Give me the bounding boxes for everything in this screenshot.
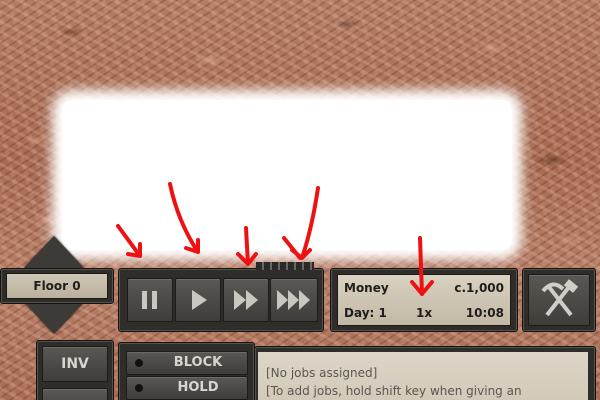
block-button[interactable]: BLOCK	[126, 351, 248, 375]
day-label: Day: 1	[344, 306, 387, 320]
hold-label: HOLD	[177, 380, 219, 395]
fastest-forward-icon	[277, 290, 311, 310]
game-speed-label: 1x	[416, 306, 433, 320]
status-plate: Money c.1,000 Day: 1 1x 10:08	[337, 274, 511, 326]
pause-button[interactable]	[127, 278, 173, 322]
hold-button[interactable]: HOLD	[126, 376, 248, 400]
inventory-label: INV	[61, 356, 89, 372]
fastest-forward-button[interactable]	[270, 278, 318, 322]
block-indicator-dot	[135, 359, 143, 367]
inventory-button[interactable]: INV	[42, 346, 108, 382]
fast-forward-icon	[234, 290, 260, 310]
speed-indicator-notches	[256, 262, 314, 270]
floor-label: Floor 0	[33, 279, 81, 293]
money-value: c.1,000	[454, 281, 504, 295]
redacted-overlay	[62, 100, 512, 250]
floor-down-arrow[interactable]	[24, 302, 84, 334]
pause-icon	[142, 291, 158, 309]
fast-forward-button[interactable]	[223, 278, 269, 322]
hammer-pickaxe-icon	[541, 279, 579, 317]
block-label: BLOCK	[173, 355, 223, 370]
sidebar-button-2[interactable]	[42, 388, 108, 400]
play-button[interactable]	[175, 278, 221, 322]
floor-label-plate: Floor 0	[6, 273, 108, 299]
floor-up-arrow[interactable]	[24, 236, 84, 268]
jobs-line-1: [No jobs assigned]	[266, 366, 378, 380]
jobs-panel: [No jobs assigned] [To add jobs, hold sh…	[258, 352, 588, 400]
clock-time: 10:08	[465, 306, 504, 320]
play-icon	[192, 290, 207, 310]
build-menu-button[interactable]	[528, 274, 590, 326]
hold-indicator-dot	[135, 384, 143, 392]
money-label: Money	[344, 281, 389, 295]
jobs-line-2: [To add jobs, hold shift key when giving…	[266, 384, 522, 398]
game-viewport: Floor 0 Money c.1,000 Day: 1 1x 10:08 IN…	[0, 0, 600, 400]
